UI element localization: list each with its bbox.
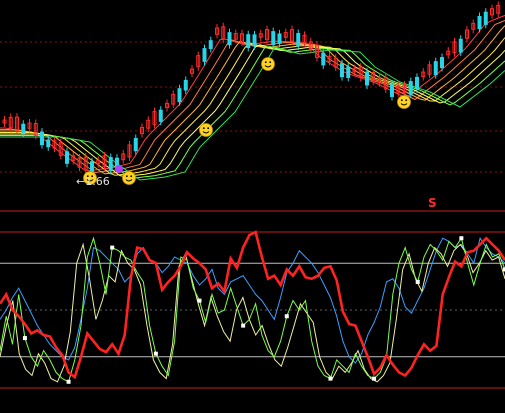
oscillator-dot [66,379,71,384]
candle [296,32,301,47]
candle [21,123,26,134]
oscillator-dot [241,323,246,328]
candle [271,31,276,46]
oscillator-panel-grid [0,231,505,389]
oscillator-dot [197,298,202,303]
oscillator-dot [153,351,158,356]
candle [415,76,419,90]
smiley-marker-icon [261,57,275,71]
oscillator-dot [22,336,27,341]
purple-marker-icon [115,165,123,173]
oscillator-dot [328,376,333,381]
candle [65,151,69,164]
oscillator-dot [110,245,115,250]
low-price-label: ←1.66 [76,175,110,188]
candle [208,40,213,49]
oscillator-dot [284,314,289,319]
candle [46,139,51,148]
low-value: 1.66 [85,175,110,188]
candle [227,32,232,46]
candle [346,66,351,78]
candle [202,48,207,62]
candle [440,57,444,69]
oscillator-dot [372,376,377,381]
left-arrow-icon: ← [76,175,86,188]
oscillator-panel-lines [0,230,505,383]
oscillator-dot [415,279,420,284]
candle [390,83,394,97]
candle [133,137,138,152]
candle [252,34,257,47]
candle [246,34,251,49]
oscillator-line-3 [0,242,505,383]
candle [158,109,163,122]
moving-average-line-3 [0,37,505,176]
smiley-marker-icon [397,95,411,109]
candle [277,33,282,44]
moving-average-line-2 [0,25,505,175]
candle [458,38,463,53]
candle [483,11,488,25]
candle [108,157,113,171]
oscillator-dot [459,236,464,241]
candle [183,79,188,91]
smiley-marker-icon [199,123,213,137]
candle [90,161,94,173]
candle [177,88,182,103]
signal-marker: S [428,196,437,210]
smiley-marker-icon [122,171,136,185]
oscillator-line-1 [0,236,505,364]
candle [477,15,482,30]
candle [365,71,369,86]
candle [408,81,413,95]
candle [340,63,344,78]
candle [433,61,438,76]
candle [321,52,326,66]
candle [40,131,44,146]
